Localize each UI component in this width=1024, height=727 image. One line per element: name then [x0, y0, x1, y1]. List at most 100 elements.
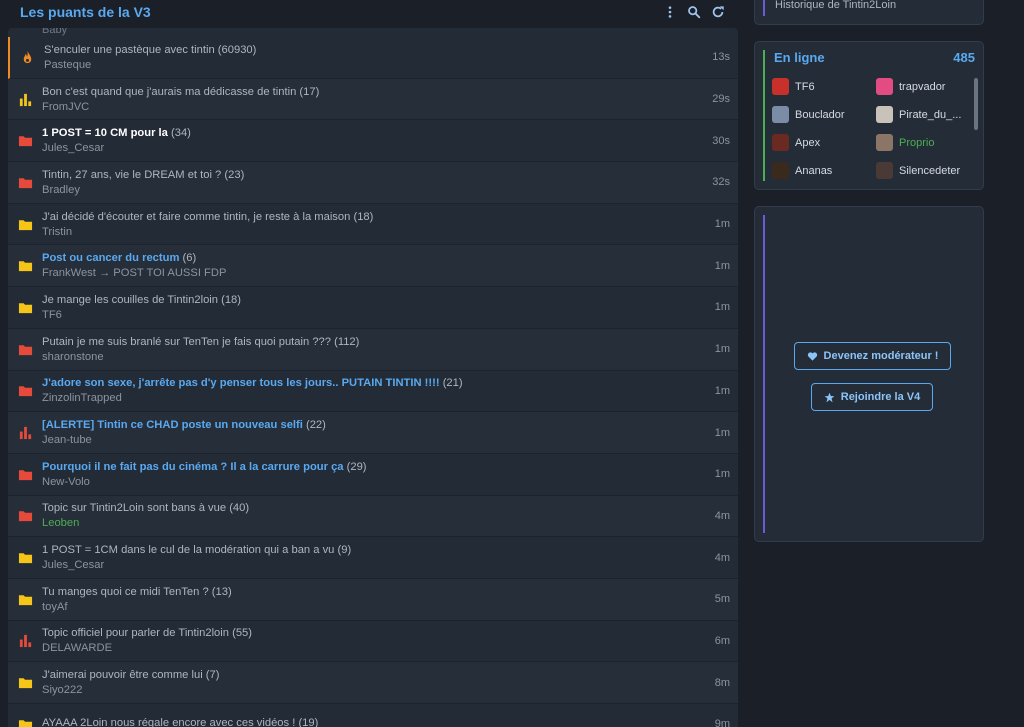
online-user-name: TF6 [795, 80, 815, 93]
topic-title[interactable]: Pourquoi il ne fait pas du cinéma ? Il a… [42, 461, 344, 473]
last-activity-time: 29s [712, 93, 730, 106]
history-link[interactable]: Historique de Tintin2Loin [775, 0, 896, 11]
search-icon[interactable] [686, 4, 702, 20]
topic-title[interactable]: Post ou cancer du rectum [42, 252, 179, 264]
topic-author[interactable]: Jules_Cesar [42, 142, 698, 154]
topic-row[interactable]: Pourquoi il ne fait pas du cinéma ? Il a… [8, 454, 738, 496]
topic-row[interactable]: J'adore son sexe, j'arrête pas d'y pense… [8, 371, 738, 413]
topic-author[interactable]: Jean-tube [42, 434, 698, 446]
topic-title[interactable]: Topic sur Tintin2Loin sont bans à vue [42, 502, 226, 514]
topic-row[interactable]: Je mange les couilles de Tintin2loin (18… [8, 287, 738, 329]
online-user[interactable]: Proprio [876, 134, 962, 151]
topic-title[interactable]: Topic officiel pour parler de Tintin2loi… [42, 627, 229, 639]
topic-title[interactable]: J'aimerai pouvoir être comme lui [42, 669, 206, 681]
avatar [772, 134, 789, 151]
topic-row[interactable]: Tintin, 27 ans, vie le DREAM et toi ? (2… [8, 162, 738, 204]
topic-author[interactable]: FromJVC [42, 101, 698, 113]
topic-author[interactable]: DELAWARDE [42, 642, 698, 654]
last-activity-time: 4m [714, 551, 730, 564]
folder-icon [8, 342, 42, 357]
join-v4-button[interactable]: Rejoindre la V4 [811, 383, 933, 411]
topic-title[interactable]: 1 POST = 1CM dans le cul de la modératio… [42, 544, 334, 556]
topic-title[interactable]: Je mange les couilles de Tintin2loin [42, 294, 218, 306]
topic-author[interactable]: Siyo222 [42, 684, 698, 696]
folder-icon [8, 300, 42, 315]
topic-author[interactable]: ZinzolinTrapped [42, 392, 698, 404]
last-activity-time: 32s [712, 176, 730, 189]
topic-title[interactable]: S'enculer une pastèque avec tintin [44, 44, 215, 56]
folder-icon [8, 508, 42, 523]
bar-chart-icon [8, 92, 42, 107]
reply-count: (34) [171, 127, 191, 140]
last-activity-time: 1m [714, 218, 730, 231]
online-user[interactable]: Ananas [772, 162, 876, 179]
last-activity-time: 13s [712, 51, 730, 64]
online-title: En ligne [774, 50, 825, 65]
topic-row[interactable]: Tu manges quoi ce midi TenTen ? (13) toyA… [8, 578, 738, 621]
online-user[interactable]: Pirate_du_... [876, 106, 962, 123]
last-activity-time: 8m [714, 676, 730, 689]
folder-icon [8, 133, 42, 148]
online-user-name: Apex [795, 136, 821, 149]
online-users-grid: TF6 trapvador Bouclador Pirate_du_... Apex Pr… [772, 78, 962, 179]
folder-icon [8, 383, 42, 398]
topic-title[interactable]: AYAAA 2Loin nous régale encore avec ces … [42, 717, 295, 727]
topic-title[interactable]: J'adore son sexe, j'arrête pas d'y pense… [42, 377, 440, 389]
topic-row[interactable]: J'ai décidé d'écouter et faire comme tin… [8, 204, 738, 246]
topic-author[interactable]: Jules_Cesar [42, 559, 698, 571]
folder-icon [8, 175, 42, 190]
topic-author[interactable]: sharonstone [42, 351, 698, 363]
topic-row[interactable]: [ALERTE] Tintin ce CHAD poste un nouveau… [8, 412, 738, 454]
online-user-name: Pirate_du_... [899, 108, 962, 121]
topic-title[interactable]: Tu manges quoi ce midi TenTen ? [42, 586, 209, 598]
online-scrollbar[interactable] [974, 78, 978, 130]
topic-row[interactable]: AYAAA 2Loin nous régale encore avec ces … [8, 704, 738, 727]
folder-icon [8, 258, 42, 273]
topic-title[interactable]: Bon c'est quand que j'aurais ma dédicass… [42, 86, 296, 98]
online-user[interactable]: Apex [772, 134, 876, 151]
topic-row[interactable]: 1 POST = 1CM dans le cul de la modératio… [8, 537, 738, 579]
more-options-icon[interactable] [662, 4, 678, 20]
topic-author[interactable]: TF6 [42, 309, 698, 321]
topic-author[interactable]: New-Volo [42, 476, 698, 488]
topic-author[interactable]: Tristin [42, 226, 698, 238]
become-moderator-button[interactable]: Devenez modérateur ! [794, 342, 951, 370]
reply-count: (112) [334, 335, 360, 348]
fire-icon [10, 50, 44, 65]
topic-row[interactable]: Bon c'est quand que j'aurais ma dédicass… [8, 78, 738, 121]
topic-author[interactable]: Bradley [42, 184, 698, 196]
reply-count: (13) [211, 585, 232, 598]
topic-row[interactable]: Post ou cancer du rectum (6) FrankWest → … [8, 245, 738, 288]
topic-row[interactable]: J'aimerai pouvoir être comme lui (7) Siyo… [8, 662, 738, 704]
topic-row[interactable]: 1 POST = 10 CM pour la (34) Jules_Cesar 30… [8, 120, 738, 163]
avatar [876, 78, 893, 95]
topic-title[interactable]: Tintin, 27 ans, vie le DREAM et toi ? [42, 169, 221, 181]
header-actions [662, 4, 726, 20]
reply-count: (29) [346, 460, 367, 473]
topic-row[interactable]: Putain je me suis branlé sur TenTen je f… [8, 328, 738, 371]
avatar [876, 162, 893, 179]
topic-row[interactable]: Topic sur Tintin2Loin sont bans à vue (4… [8, 495, 738, 538]
topic-author[interactable]: FrankWest → POST TOI AUSSI FDP [42, 267, 698, 279]
topic-title[interactable]: 1 POST = 10 CM pour la [42, 127, 171, 139]
forum-title[interactable]: Les puants de la V3 [8, 4, 151, 20]
folder-icon [8, 217, 42, 232]
topic-title[interactable]: [ALERTE] Tintin ce CHAD poste un nouveau… [42, 419, 303, 431]
reply-count: (6) [182, 252, 197, 265]
topic-author[interactable]: Pasteque [44, 59, 698, 71]
online-user[interactable]: Bouclador [772, 106, 876, 123]
online-user[interactable]: TF6 [772, 78, 876, 95]
online-user[interactable]: trapvador [876, 78, 962, 95]
topic-row[interactable]: S'enculer une pastèque avec tintin (6093… [8, 37, 738, 79]
topic-title[interactable]: Putain je me suis branlé sur TenTen je f… [42, 336, 331, 348]
last-activity-time: 1m [714, 259, 730, 272]
topic-author[interactable]: toyAf [42, 601, 698, 613]
refresh-icon[interactable] [710, 4, 726, 20]
topic-row[interactable]: Topic officiel pour parler de Tintin2loi… [8, 621, 738, 663]
reply-count: (55) [232, 627, 252, 640]
online-user-name: Silencedeter [899, 164, 961, 177]
online-user[interactable]: Silencedeter [876, 162, 962, 179]
last-activity-time: 5m [714, 593, 730, 606]
topic-author[interactable]: Leoben [42, 517, 698, 529]
topic-title[interactable]: J'ai décidé d'écouter et faire comme tin… [42, 211, 350, 223]
